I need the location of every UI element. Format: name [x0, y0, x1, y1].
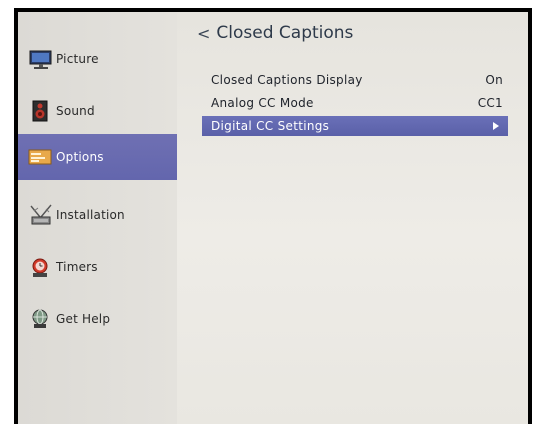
sidebar-item-picture[interactable]: Picture — [18, 36, 177, 82]
arrow-right-icon — [493, 122, 499, 130]
row-label: Digital CC Settings — [211, 119, 330, 133]
sidebar-item-label: Get Help — [56, 312, 111, 326]
row-label: Analog CC Mode — [211, 96, 314, 110]
analog-cc-mode-row[interactable]: Analog CC Mode CC1 — [202, 93, 508, 113]
sidebar-item-get-help[interactable]: Get Help — [18, 296, 177, 342]
sidebar-item-sound[interactable]: Sound — [18, 88, 177, 134]
speaker-icon — [28, 99, 54, 123]
page-header: < Closed Captions — [197, 23, 353, 43]
row-value: On — [485, 73, 503, 87]
page-title: Closed Captions — [216, 23, 354, 43]
digital-cc-settings-row[interactable]: Digital CC Settings — [202, 116, 508, 136]
alarm-clock-icon — [28, 255, 54, 279]
back-chevron-icon[interactable]: < — [197, 24, 210, 43]
help-globe-icon — [28, 307, 54, 331]
sidebar-item-label: Options — [56, 150, 104, 164]
sidebar-item-label: Timers — [56, 260, 98, 274]
options-icon — [28, 145, 54, 169]
sidebar: Picture Sound Options Installation Timer… — [18, 12, 177, 424]
sidebar-item-timers[interactable]: Timers — [18, 244, 177, 290]
tv-screen: Picture Sound Options Installation Timer… — [14, 8, 532, 424]
sidebar-item-options[interactable]: Options — [18, 134, 177, 180]
antenna-icon — [28, 203, 54, 227]
row-value: CC1 — [477, 96, 503, 110]
sidebar-item-label: Sound — [56, 104, 95, 118]
closed-captions-panel: < Closed Captions Closed Captions Displa… — [177, 12, 528, 424]
closed-captions-display-row[interactable]: Closed Captions Display On — [202, 70, 508, 90]
monitor-icon — [28, 47, 54, 71]
row-label: Closed Captions Display — [211, 73, 363, 87]
sidebar-item-installation[interactable]: Installation — [18, 192, 177, 238]
sidebar-item-label: Installation — [56, 208, 125, 222]
sidebar-item-label: Picture — [56, 52, 99, 66]
